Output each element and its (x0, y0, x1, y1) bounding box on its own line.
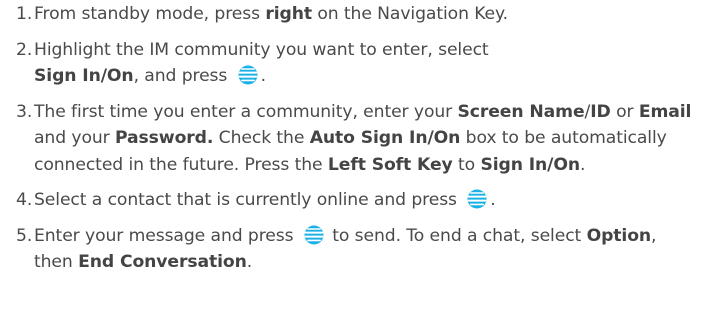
text-run: on the Navigation Key. (311, 4, 509, 24)
step-item-3: 3. The first time you enter a community,… (16, 99, 699, 179)
step-number: 3. (16, 101, 33, 122)
text-run: . (580, 154, 586, 175)
step-number: 2. (16, 39, 33, 60)
bold-term: Left Soft Key (327, 154, 453, 175)
text-run: , and press (133, 66, 233, 86)
instruction-steps-list: 1. From standby mode, press right on the… (16, 1, 699, 276)
step-text: Enter your message and press to send. To… (34, 225, 657, 272)
text-run: From standby mode, press (34, 4, 266, 24)
bold-term: Sign In/On (34, 66, 134, 86)
text-run: The first time you enter a community, en… (34, 101, 458, 122)
select-key-icon (302, 225, 326, 245)
text-run: to (452, 154, 481, 175)
text-run: or (610, 101, 639, 122)
step-text: Highlight the IM community you want to e… (34, 40, 489, 87)
step-text: The first time you enter a community, en… (34, 102, 691, 175)
bold-term: Screen Name (457, 101, 585, 122)
step-number: 4. (16, 190, 33, 210)
step-text: Select a contact that is currently onlin… (34, 189, 496, 210)
text-run: Check the (213, 128, 310, 148)
select-key-icon (236, 65, 260, 85)
step-number: 1. (16, 4, 33, 24)
text-run: to send. To end a chat, select (326, 225, 587, 246)
step-item-2: 2. Highlight the IM community you want t… (16, 37, 699, 90)
bold-term: ID (590, 101, 611, 122)
text-run: . (260, 66, 267, 86)
bold-term: Sign In/On (480, 154, 580, 175)
bold-term: Email (638, 101, 692, 122)
instruction-document: 1. From standby mode, press right on the… (0, 0, 705, 329)
text-run: Enter your message and press (34, 225, 299, 246)
text-run: . (490, 190, 496, 210)
step-number: 5. (16, 225, 33, 246)
select-key-icon (465, 189, 489, 209)
step-text: From standby mode, press right on the Na… (34, 4, 508, 24)
bold-term: right (265, 4, 312, 24)
bold-term: Password. (115, 128, 214, 148)
bold-term: Option (586, 225, 652, 246)
text-run: . (246, 252, 253, 272)
text-run: Highlight the IM community you want to e… (34, 39, 489, 60)
text-run: and your (34, 128, 116, 148)
step-item-1: 1. From standby mode, press right on the… (16, 1, 699, 28)
step-item-5: 5. Enter your message and press to send.… (16, 223, 699, 276)
text-run: Select a contact that is currently onlin… (34, 190, 463, 210)
bold-term: End Conversation (78, 252, 247, 272)
step-item-4: 4. Select a contact that is currently on… (16, 187, 699, 214)
bold-term: Auto Sign In/On (309, 128, 461, 148)
